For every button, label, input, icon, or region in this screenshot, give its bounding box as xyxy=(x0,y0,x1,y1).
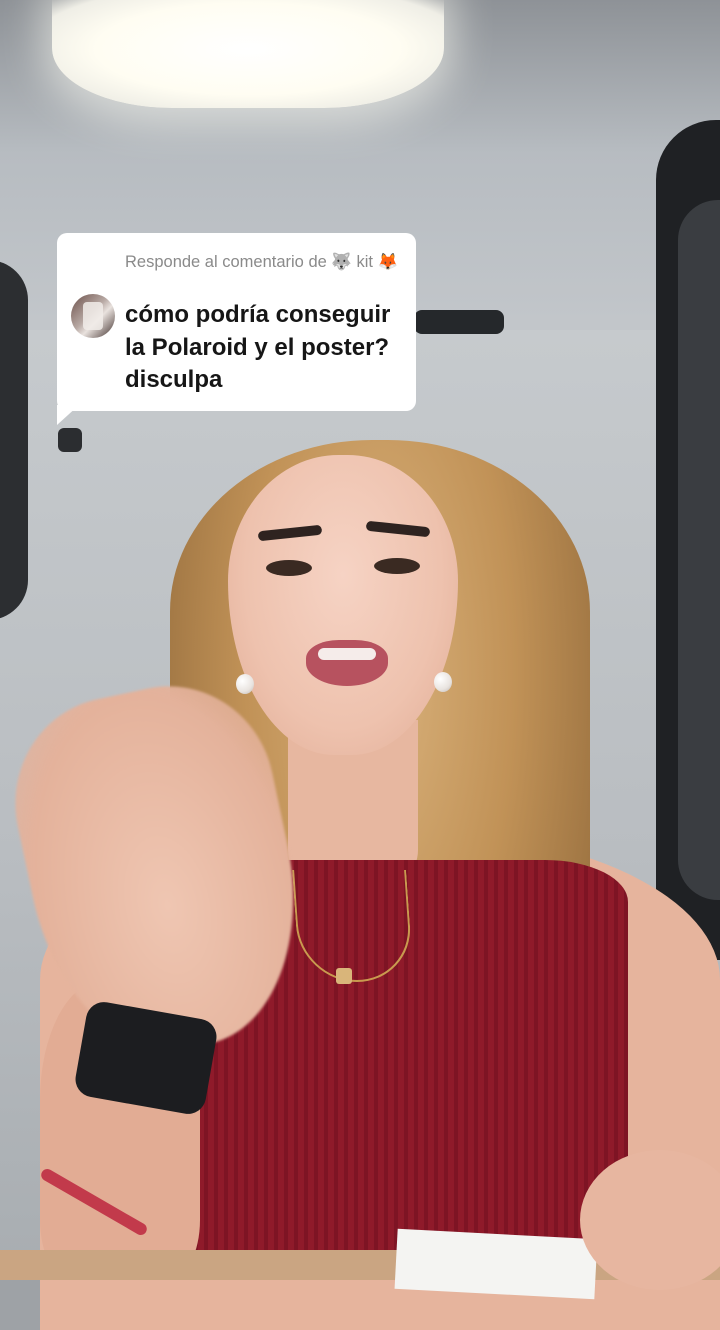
teeth xyxy=(318,648,376,660)
comment-reply-bubble[interactable]: Responde al comentario de 🐺 kit 🦊 cómo p… xyxy=(57,233,416,411)
ceiling-vent xyxy=(414,310,504,334)
right-earring xyxy=(434,672,452,692)
commenter-avatar[interactable] xyxy=(71,294,115,338)
wall-hook xyxy=(58,428,82,452)
avatar-photo-icon xyxy=(83,302,103,330)
mouth xyxy=(306,640,388,686)
reply-header: Responde al comentario de 🐺 kit 🦊 xyxy=(125,253,399,271)
reply-comment-text: cómo podría conseguir la Polaroid y el p… xyxy=(125,301,391,393)
necklace-pendant xyxy=(336,968,352,984)
ceiling-light xyxy=(52,0,444,108)
window-frame-right-inner xyxy=(678,200,720,900)
left-earring xyxy=(236,674,254,694)
window-frame-left xyxy=(0,260,28,620)
left-eye xyxy=(266,560,312,576)
right-eye xyxy=(374,558,420,574)
paper-sheet xyxy=(394,1228,598,1300)
video-frame xyxy=(0,0,720,1330)
bubble-tail xyxy=(57,405,79,425)
